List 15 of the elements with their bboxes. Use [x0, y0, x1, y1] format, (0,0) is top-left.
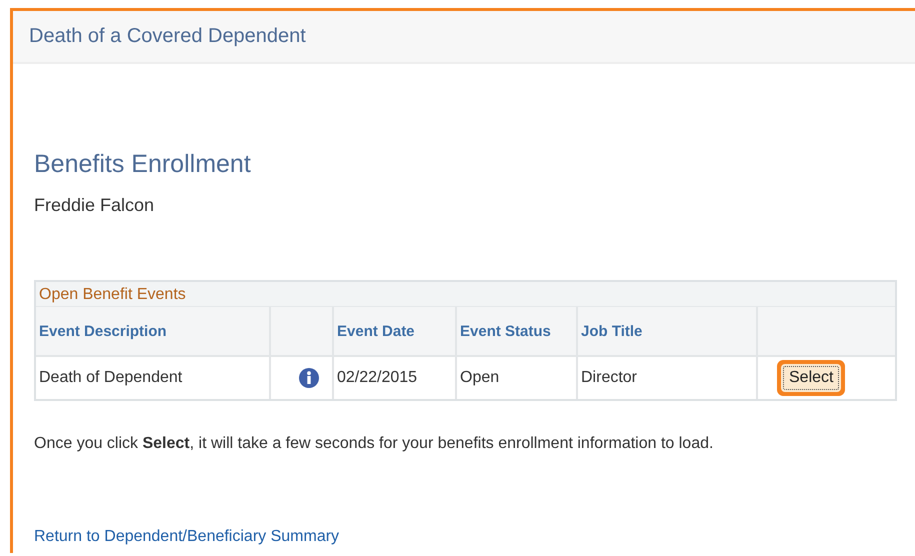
return-link[interactable]: Return to Dependent/Beneficiary Summary [34, 528, 340, 546]
column-header: Event Date [333, 307, 456, 356]
instruction-text: Once you click Select, it will take a few seconds for your benefits enrollment information to load. [34, 435, 714, 453]
grid-title: Open Benefit Events [36, 282, 895, 307]
page-title: Death of a Covered Dependent [29, 25, 306, 48]
page-heading: Benefits Enrollment [34, 150, 252, 179]
table-cell: Director [577, 356, 757, 399]
column-header: Event Description [36, 307, 270, 356]
table-cell: Open [456, 356, 577, 399]
table-cell: Death of Dependent [36, 356, 270, 399]
employee-name: Freddie Falcon [34, 195, 156, 216]
table-cell: 02/22/2015 [333, 356, 456, 399]
column-header: Job Title [577, 307, 757, 356]
info-icon[interactable] [299, 368, 319, 388]
column-header: Event Status [456, 307, 577, 356]
